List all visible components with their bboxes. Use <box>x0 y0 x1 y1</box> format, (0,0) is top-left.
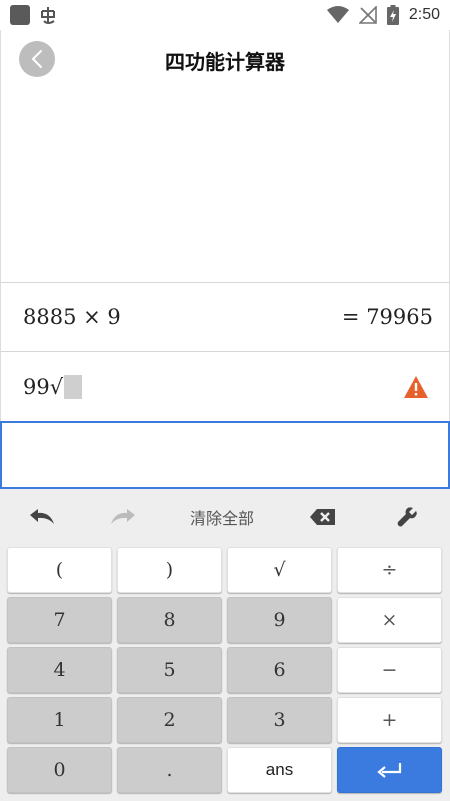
empty-radicand-placeholder <box>64 374 83 399</box>
key-divide[interactable]: ÷ <box>337 547 442 593</box>
undo-button[interactable] <box>0 489 84 545</box>
history-row[interactable]: 8885 × 9 = 79965 <box>0 283 450 352</box>
wrench-icon <box>397 507 417 527</box>
notification-square-icon <box>10 5 30 25</box>
enter-icon <box>376 763 401 778</box>
calculator-keyboard: 清除全部 ( ) √ ÷ 7 8 9 × 4 5 6 − 1 2 3 + 0 .… <box>0 489 450 801</box>
key-plus[interactable]: + <box>337 697 442 743</box>
key-sqrt[interactable]: √ <box>227 547 332 593</box>
active-input-row[interactable] <box>0 421 450 489</box>
redo-button[interactable] <box>84 489 162 545</box>
key-7[interactable]: 7 <box>7 597 112 643</box>
warning-icon[interactable] <box>403 375 429 399</box>
key-5[interactable]: 5 <box>117 647 222 693</box>
status-left <box>10 5 58 25</box>
status-right: 2:50 <box>326 5 440 25</box>
key-open-paren[interactable]: ( <box>7 547 112 593</box>
page-title: 四功能计算器 <box>165 49 285 74</box>
settings-button[interactable] <box>364 489 450 545</box>
key-minus[interactable]: − <box>337 647 442 693</box>
key-8[interactable]: 8 <box>117 597 222 643</box>
history-empty-area <box>0 90 450 283</box>
key-3[interactable]: 3 <box>227 697 332 743</box>
app-notification-icon <box>41 7 55 24</box>
key-decimal[interactable]: . <box>117 747 222 793</box>
key-enter[interactable] <box>337 747 442 793</box>
key-2[interactable]: 2 <box>117 697 222 743</box>
history-expression: 8885 × 9 <box>23 305 121 329</box>
current-expression-row[interactable]: 99√ <box>0 352 450 421</box>
undo-icon <box>30 509 54 524</box>
back-button[interactable] <box>19 41 55 77</box>
key-1[interactable]: 1 <box>7 697 112 743</box>
history-result: = 79965 <box>341 305 433 329</box>
clear-all-button[interactable]: 清除全部 <box>162 489 282 545</box>
key-multiply[interactable]: × <box>337 597 442 643</box>
key-4[interactable]: 4 <box>7 647 112 693</box>
current-expression: 99√ <box>23 374 83 399</box>
no-signal-icon <box>358 6 377 24</box>
keypad-grid: ( ) √ ÷ 7 8 9 × 4 5 6 − 1 2 3 + 0 . ans <box>7 547 443 793</box>
key-ans[interactable]: ans <box>227 747 332 793</box>
status-time: 2:50 <box>408 6 440 23</box>
status-bar: 2:50 <box>0 0 450 30</box>
wifi-icon <box>326 6 349 23</box>
current-expression-text: 99√ <box>23 374 64 399</box>
redo-icon <box>111 509 135 524</box>
backspace-icon <box>310 509 335 525</box>
battery-charging-icon <box>386 5 399 25</box>
key-0[interactable]: 0 <box>7 747 112 793</box>
title-bar: 四功能计算器 <box>0 30 450 90</box>
keyboard-toolbar: 清除全部 <box>0 489 450 545</box>
key-6[interactable]: 6 <box>227 647 332 693</box>
chevron-left-icon <box>32 50 42 68</box>
backspace-button[interactable] <box>282 489 364 545</box>
key-close-paren[interactable]: ) <box>117 547 222 593</box>
key-9[interactable]: 9 <box>227 597 332 643</box>
